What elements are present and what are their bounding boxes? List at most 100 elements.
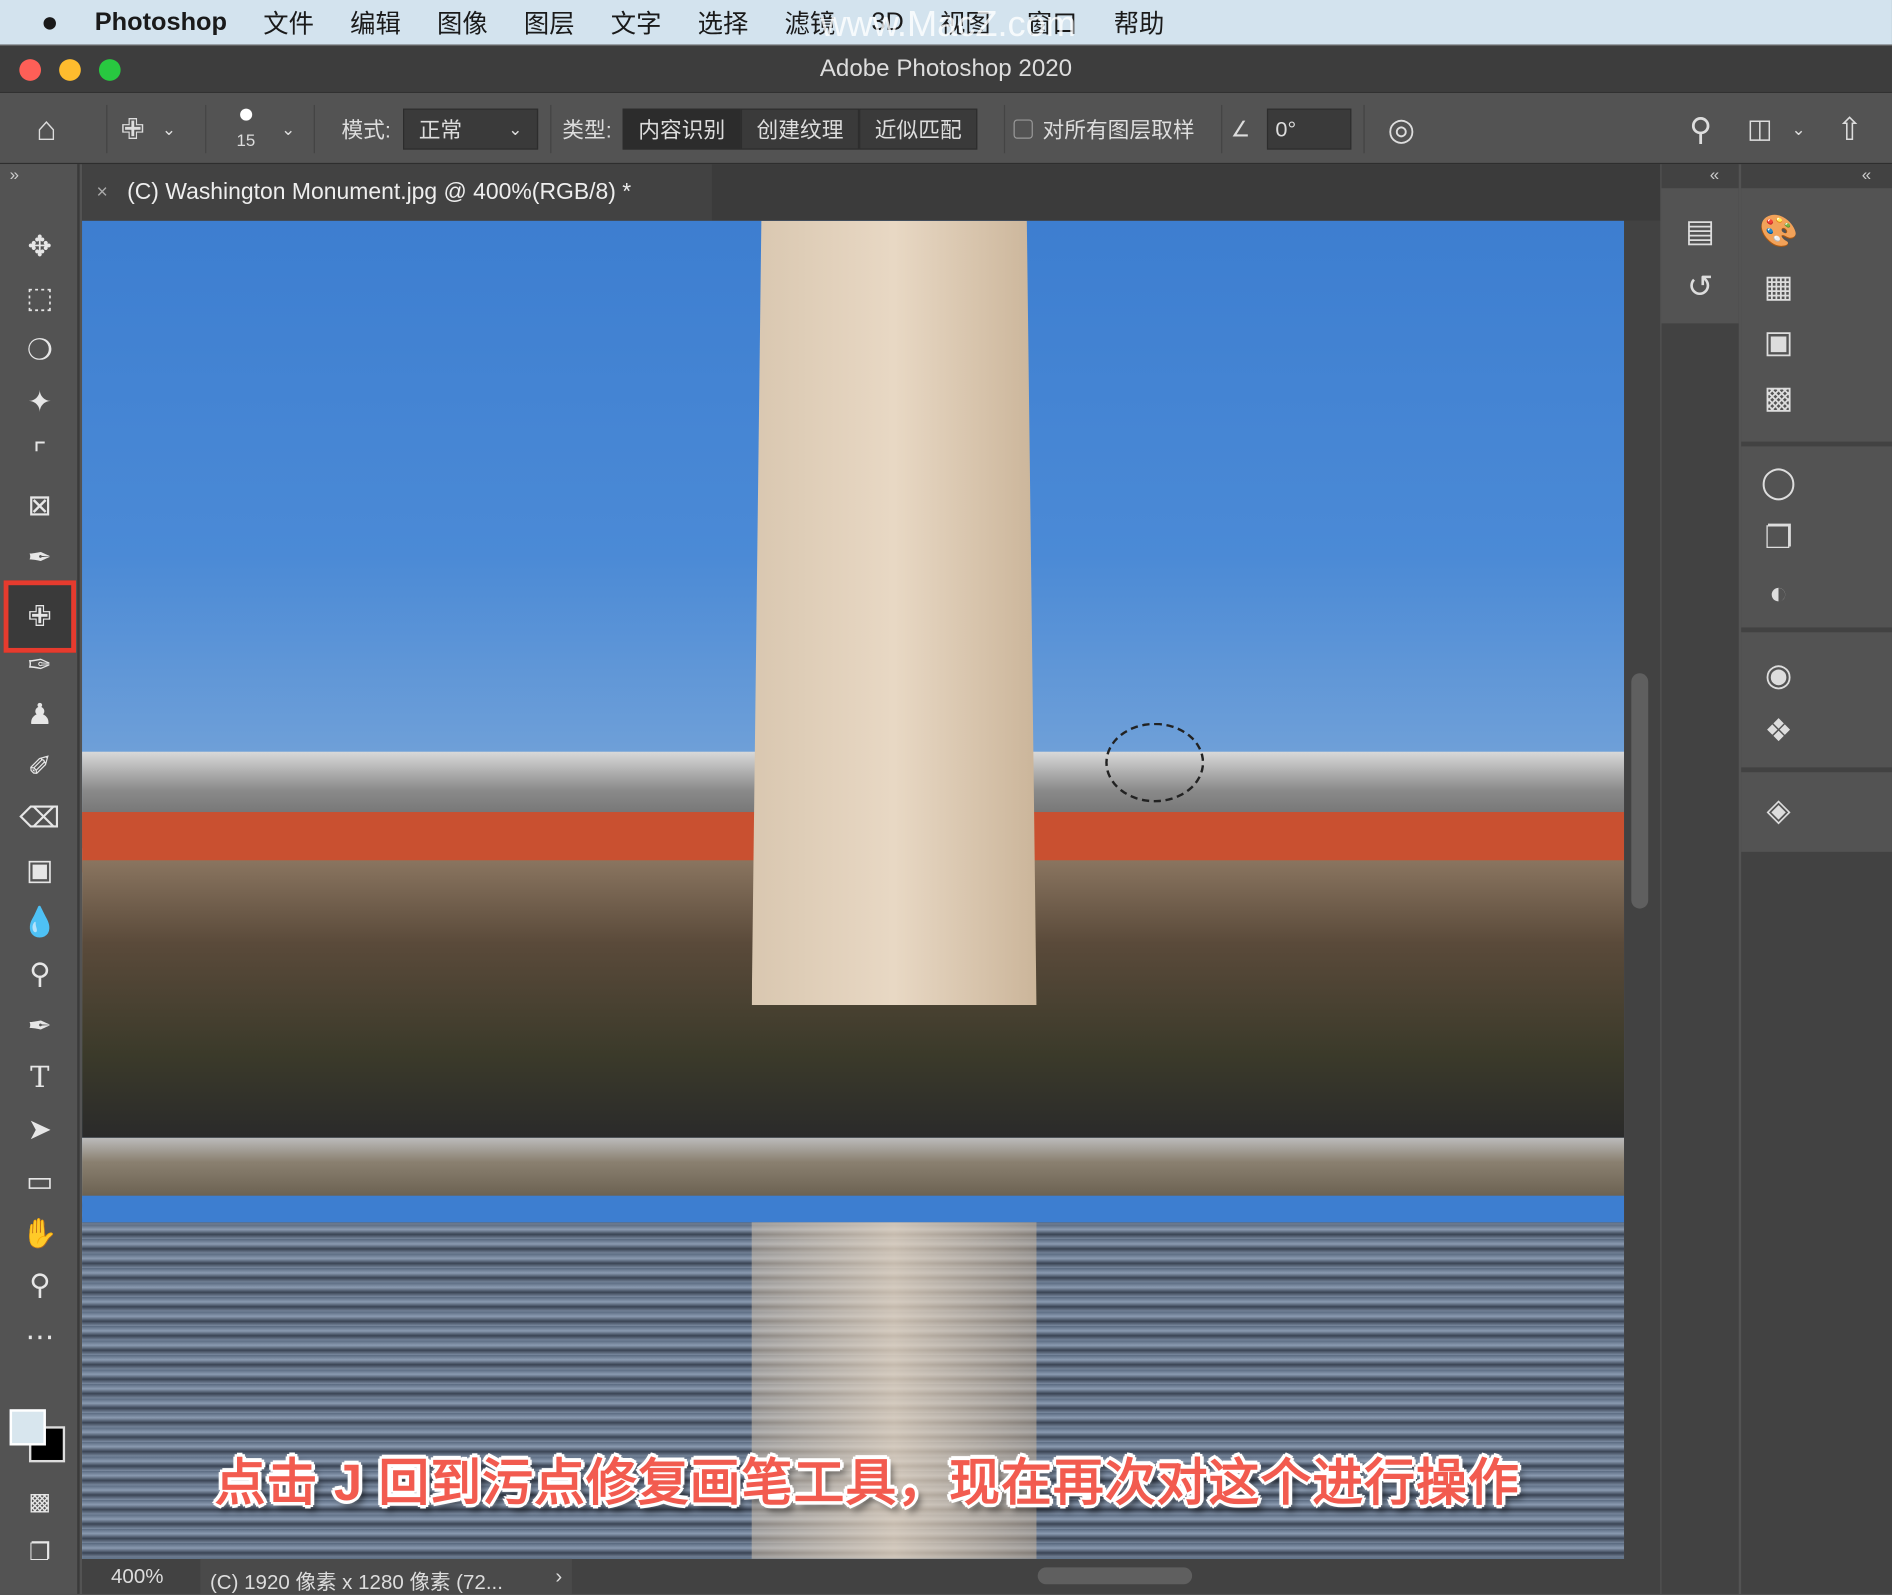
photo-water-edge [82,1195,1625,1223]
status-bar: 400% (C) 1920 像素 x 1280 像素 (72... › [82,1558,1661,1594]
brush-cursor [1105,722,1205,803]
layers-icon[interactable]: ◈ [1754,792,1802,829]
brush-tool-icon[interactable]: ✑ [16,643,64,686]
panel-dock-narrow: « ▤ ↺ [1661,164,1739,1594]
close-tab-icon[interactable]: × [97,182,108,204]
learn-icon[interactable]: ◯ [1754,463,1802,500]
menu-select[interactable]: 选择 [698,4,749,40]
spot-healing-brush-tool-icon[interactable]: ✙ [3,580,77,653]
history-brush-tool-icon[interactable]: ✐ [16,744,64,787]
document-tab-bar: × (C) Washington Monument.jpg @ 400%(RGB… [82,164,1661,221]
properties-icon[interactable]: ❐ [1754,519,1802,556]
sample-all-checkbox[interactable] [1013,119,1033,139]
sample-all-label: 对所有图层取样 [1042,118,1195,143]
home-icon[interactable]: ⌂ [36,93,56,165]
hand-tool-icon[interactable]: ✋ [16,1211,64,1254]
document-info[interactable]: (C) 1920 像素 x 1280 像素 (72... › [200,1558,572,1594]
eraser-tool-icon[interactable]: ⌫ [16,796,64,839]
patterns-icon[interactable]: ▩ [1754,379,1802,416]
menu-help[interactable]: 帮助 [1114,4,1165,40]
screen-mode-icon[interactable]: ❐ [16,1530,64,1573]
photo-monument [751,220,1037,1006]
mode-value: 正常 [418,118,463,143]
search-icon[interactable]: ⚲ [1689,93,1712,165]
paths-icon[interactable]: ❖ [1754,712,1802,749]
collapse-toggle[interactable]: » [10,164,19,183]
pen-tool-icon[interactable]: ✒ [16,1004,64,1047]
quick-selection-tool-icon[interactable]: ✦ [16,380,64,423]
swatches-icon[interactable]: ▦ [1754,268,1802,305]
rectangle-tool-icon[interactable]: ▭ [16,1160,64,1203]
zoom-tool-icon[interactable]: ⚲ [16,1263,64,1306]
type-proximity-match[interactable]: 近似匹配 [859,108,978,150]
clone-stamp-tool-icon[interactable]: ♟ [16,693,64,736]
menu-image[interactable]: 图像 [437,4,488,40]
type-content-aware[interactable]: 内容识别 [622,108,741,150]
zoom-level[interactable]: 400% [111,1565,163,1589]
brush-dot-icon [239,108,252,121]
menu-layer[interactable]: 图层 [524,4,575,40]
blur-tool-icon[interactable]: 💧 [16,900,64,943]
mode-label: 模式: [341,118,391,143]
photo-shore [82,1137,1625,1199]
panel-dock: « 🎨 ▦ ▣ ▩ ◯ ❐ ◐ ◉ ❖ ◈ [1741,164,1892,1594]
gradient-tool-icon[interactable]: ▣ [16,848,64,891]
foreground-color-swatch[interactable] [9,1409,46,1446]
vertical-scroll-thumb[interactable] [1631,673,1649,909]
type-create-texture[interactable]: 创建纹理 [740,108,860,150]
angle-icon: ∠ [1230,116,1251,141]
document-canvas[interactable] [82,220,1625,1559]
horizontal-scroll-thumb[interactable] [1037,1567,1193,1585]
vertical-scrollbar[interactable] [1624,220,1661,1559]
chevron-right-icon: › [555,1564,563,1588]
document-tab[interactable]: × (C) Washington Monument.jpg @ 400%(RGB… [82,164,712,221]
collapse-toggle[interactable]: « [1710,164,1719,183]
chevron-down-icon: ⌄ [1791,118,1806,139]
type-tool-icon[interactable]: T [16,1056,64,1099]
type-label: 类型: [562,118,612,143]
brush-size-picker[interactable]: 15 [236,93,255,165]
sample-all-layers[interactable]: 对所有图层取样 [1013,93,1195,165]
window-title: Adobe Photoshop 2020 [819,55,1073,83]
marquee-tool-icon[interactable]: ⬚ [16,276,64,319]
menu-type[interactable]: 文字 [611,4,662,40]
options-bar: ⌂ ✙ ⌄ 15 ⌄ 模式: 正常 ⌄ 类型: 内容识别 创建纹理 近似匹配 对所有… [0,91,1892,165]
eyedropper-tool-icon[interactable]: ✒ [16,536,64,579]
chevron-down-icon[interactable]: ⌄ [281,93,295,165]
crop-tool-icon[interactable]: ⌜ [16,432,64,475]
dodge-tool-icon[interactable]: ⚲ [16,952,64,995]
color-icon[interactable]: 🎨 [1754,212,1802,249]
quick-mask-icon[interactable]: ▩ [16,1479,64,1522]
apple-icon[interactable]: ● [41,5,58,39]
mode-select[interactable]: 正常 ⌄ [403,108,539,150]
share-icon[interactable]: ⇧ [1836,93,1862,165]
frame-tool-icon[interactable]: ⊠ [16,484,64,527]
tools-panel: » ✥ ⬚ ❍ ✦ ⌜ ⊠ ✒ ✙ ✑ ♟ ✐ ⌫ ▣ 💧 ⚲ ✒ T ➤ ▭ … [0,164,80,1594]
document-info-text: (C) 1920 像素 x 1280 像素 (72... [209,1570,503,1594]
chevron-down-icon: ⌄ [161,118,176,139]
chevron-down-icon: ⌄ [508,118,523,139]
workspace-icon[interactable]: ◫ ⌄ [1747,93,1806,165]
tool-preset-picker[interactable]: ✙ ⌄ [121,93,176,165]
history-icon[interactable]: ↺ [1676,268,1724,305]
menu-edit[interactable]: 编辑 [350,4,401,40]
more-tools-icon[interactable]: ⋯ [16,1315,64,1358]
libraries-icon[interactable]: ▤ [1676,212,1724,249]
menu-file[interactable]: 文件 [263,4,314,40]
tutorial-caption: 点击 J 回到污点修复画笔工具，现在再次对这个进行操作 [214,1453,1520,1511]
document-tab-title: (C) Washington Monument.jpg @ 400%(RGB/8… [127,179,632,205]
gradients-icon[interactable]: ▣ [1754,323,1802,360]
lasso-tool-icon[interactable]: ❍ [16,328,64,371]
channels-icon[interactable]: ◉ [1754,656,1802,693]
move-tool-icon[interactable]: ✥ [16,224,64,267]
menu-bar: ● Photoshop 文件 编辑 图像 图层 文字 选择 滤镜 3D 视图 窗… [0,0,1892,45]
path-selection-tool-icon[interactable]: ➤ [16,1108,64,1151]
title-bar: Adobe Photoshop 2020 [0,44,1892,92]
menu-app[interactable]: Photoshop [95,8,227,37]
collapse-toggle[interactable]: « [1862,164,1871,183]
bandage-icon: ✙ [120,112,145,146]
angle-input[interactable]: 0° [1266,108,1352,150]
adjustments-icon[interactable]: ◐ [1754,574,1802,611]
brush-size-value: 15 [236,130,256,150]
pressure-icon[interactable]: ◎ [1388,93,1415,165]
